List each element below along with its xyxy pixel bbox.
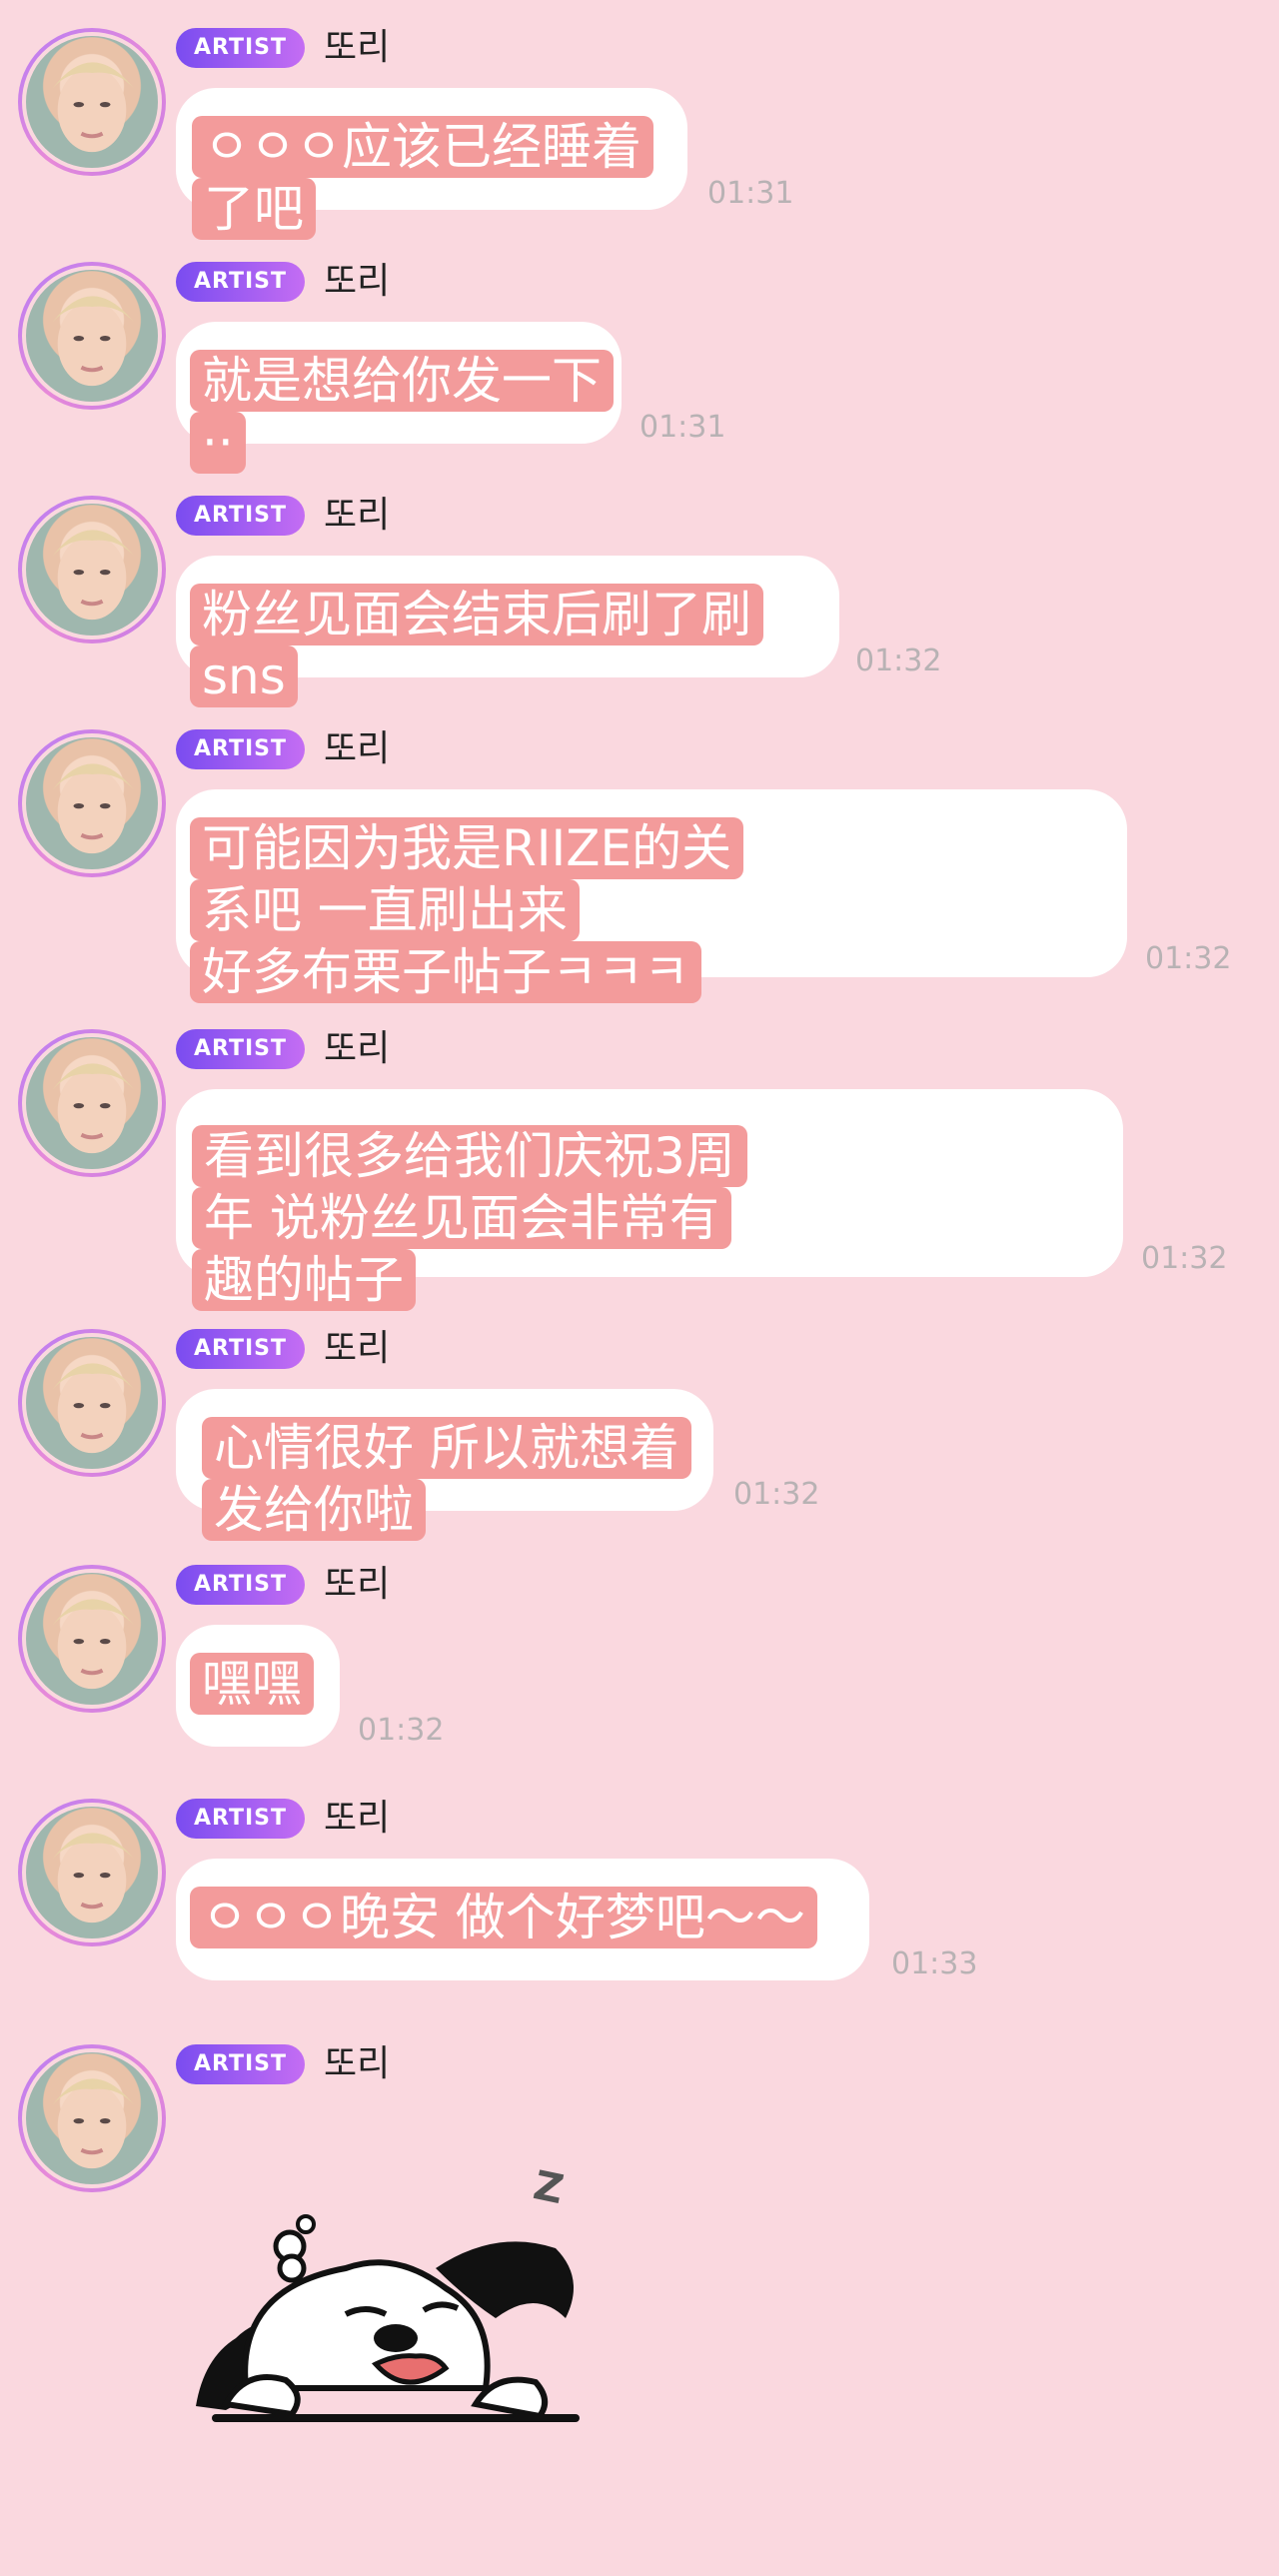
message-time: 01:32 [358, 1713, 445, 1748]
avatar[interactable] [18, 729, 166, 877]
sender-name: 또리 [324, 495, 391, 536]
message-time: 01:32 [855, 644, 942, 678]
avatar[interactable] [18, 28, 166, 176]
message-text-line: 可能因为我是RIIZE的关系吧 一直刷出来 [190, 817, 744, 941]
artist-badge: ARTIST [176, 2044, 306, 2084]
artist-badge: ARTIST [176, 496, 306, 536]
avatar[interactable] [18, 2044, 166, 2192]
sleep-z-glyph: Z [530, 2168, 568, 2213]
message-text: ㅇㅇㅇ应该已经睡着了吧 [192, 116, 653, 240]
avatar[interactable] [18, 1799, 166, 1946]
avatar[interactable] [18, 496, 166, 644]
message-text: 可能因为我是RIIZE的关系吧 一直刷出来 好多布栗子帖子ㅋㅋㅋ [190, 817, 747, 1003]
avatar[interactable] [18, 1329, 166, 1477]
sender-name: 또리 [324, 2043, 391, 2084]
message-bubble[interactable]: ㅇㅇㅇ晚安 做个好梦吧～～ [176, 1859, 869, 1980]
message-bubble[interactable]: 可能因为我是RIIZE的关系吧 一直刷出来 好多布栗子帖子ㅋㅋㅋ [176, 789, 1127, 1003]
sender-name: 또리 [324, 1798, 391, 1839]
message-text: 看到很多给我们庆祝3周年 说粉丝见面会非常有趣的帖子 [192, 1125, 747, 1311]
message-bubble[interactable]: 看到很多给我们庆祝3周年 说粉丝见面会非常有趣的帖子 [176, 1089, 1123, 1311]
message-bubble[interactable]: ㅇㅇㅇ应该已经睡着了吧 [176, 88, 687, 240]
message-text: 嘿嘿 [190, 1653, 314, 1715]
artist-badge: ARTIST [176, 1329, 306, 1369]
sender-name: 또리 [324, 27, 391, 68]
message-time: 01:32 [1145, 941, 1232, 976]
artist-badge: ARTIST [176, 1029, 306, 1069]
message-time: 01:31 [707, 176, 794, 211]
artist-badge: ARTIST [176, 1565, 306, 1605]
artist-badge: ARTIST [176, 1799, 306, 1839]
message-bubble[interactable]: 嘿嘿 [176, 1625, 340, 1747]
message-bubble[interactable]: 就是想给你发一下·· [176, 322, 622, 474]
message-text: 就是想给你发一下·· [190, 350, 614, 474]
avatar[interactable] [18, 262, 166, 410]
message-time: 01:32 [1141, 1241, 1228, 1276]
message-text-line: 好多布栗子帖子ㅋㅋㅋ [190, 941, 701, 1003]
artist-badge: ARTIST [176, 729, 306, 769]
sender-name: 또리 [324, 1028, 391, 1069]
artist-badge: ARTIST [176, 28, 306, 68]
sender-name: 또리 [324, 1328, 391, 1369]
artist-badge: ARTIST [176, 262, 306, 302]
avatar[interactable] [18, 1565, 166, 1713]
sleeping-puppy-sticker[interactable]: Z [196, 2168, 596, 2448]
sender-name: 또리 [324, 728, 391, 769]
avatar[interactable] [18, 1029, 166, 1177]
message-text: 心情很好 所以就想着发给你啦 [202, 1417, 691, 1541]
message-time: 01:32 [733, 1477, 820, 1512]
message-text: 粉丝见面会结束后刷了刷sns [190, 584, 763, 707]
message-text: ㅇㅇㅇ晚安 做个好梦吧～～ [190, 1887, 817, 1948]
message-time: 01:31 [640, 410, 726, 445]
sender-name: 또리 [324, 1564, 391, 1605]
message-time: 01:33 [891, 1946, 978, 1981]
message-bubble[interactable]: 心情很好 所以就想着发给你啦 [176, 1389, 713, 1541]
message-bubble[interactable]: 粉丝见面会结束后刷了刷sns [176, 556, 839, 707]
sender-name: 또리 [324, 261, 391, 302]
